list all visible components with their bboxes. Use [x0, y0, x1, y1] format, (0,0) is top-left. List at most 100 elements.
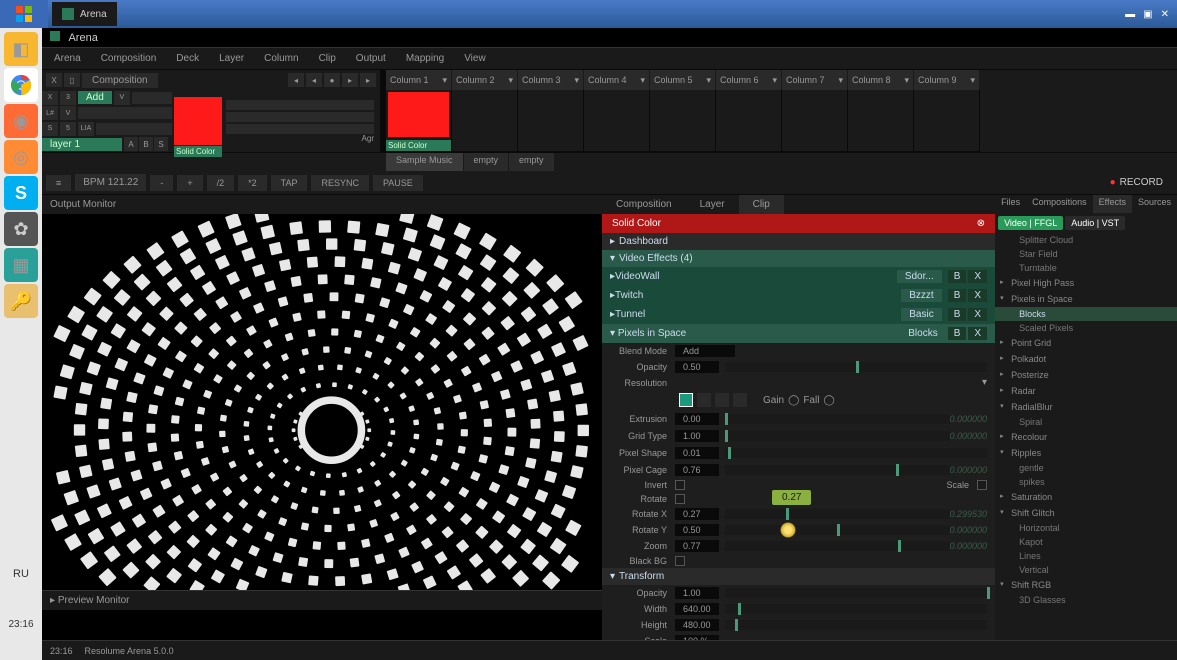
- color-swatch-3[interactable]: [715, 393, 729, 407]
- zoom-slider[interactable]: [725, 541, 950, 551]
- fx-item-star-field[interactable]: Star Field: [995, 247, 1177, 261]
- dock-app-6[interactable]: 🔑: [4, 284, 38, 318]
- color-swatch-2[interactable]: [697, 393, 711, 407]
- deck-tab-2[interactable]: empty: [464, 153, 509, 171]
- fx-item-spiral[interactable]: Spiral: [995, 415, 1177, 429]
- menu-column[interactable]: Column: [260, 50, 302, 67]
- fx-cat-saturation[interactable]: Saturation: [995, 489, 1177, 505]
- rotatey-slider[interactable]: [725, 525, 950, 535]
- layer-v-1[interactable]: V: [114, 91, 130, 105]
- fx-cat-shift-rgb[interactable]: Shift RGB: [995, 577, 1177, 593]
- pixels-x[interactable]: X: [968, 327, 987, 340]
- deck-nav-prev2[interactable]: ◂: [306, 73, 322, 87]
- fx-tab-compositions[interactable]: Compositions: [1026, 195, 1093, 213]
- layer-b[interactable]: B: [139, 137, 153, 151]
- fx-cat-radar[interactable]: Radar: [995, 383, 1177, 399]
- fx-item-lines[interactable]: Lines: [995, 549, 1177, 563]
- fx-tab-sources[interactable]: Sources: [1132, 195, 1177, 213]
- fx-cat-recolour[interactable]: Recolour: [995, 429, 1177, 445]
- effect-videowall[interactable]: ▸ VideoWallSdor...BX: [602, 267, 995, 286]
- dock-chrome[interactable]: [4, 68, 38, 102]
- menu-layer[interactable]: Layer: [215, 50, 248, 67]
- height-value[interactable]: 480.00: [675, 619, 719, 631]
- tempo-minus[interactable]: -: [150, 175, 173, 191]
- layer-x-1[interactable]: X: [42, 91, 58, 105]
- deck-nav-play[interactable]: ●: [324, 73, 340, 87]
- deck-nav-prev[interactable]: ◂: [288, 73, 304, 87]
- layer-slider-1[interactable]: [132, 92, 172, 104]
- fx-cat-pixels-in-space[interactable]: Pixels in Space: [995, 291, 1177, 307]
- zoom-value[interactable]: 0.77: [675, 540, 719, 552]
- layer-add[interactable]: Add: [78, 91, 112, 104]
- deck-tab-3[interactable]: empty: [509, 153, 554, 171]
- layer-a[interactable]: A: [124, 137, 138, 151]
- column-header-3[interactable]: Column 3▾: [518, 70, 584, 90]
- dock-app-4[interactable]: ✿: [4, 212, 38, 246]
- scale-checkbox[interactable]: [977, 480, 987, 490]
- fx-btn-video[interactable]: Video | FFGL: [998, 216, 1063, 230]
- rotatey-value[interactable]: 0.50: [675, 524, 719, 536]
- gain-knob-icon[interactable]: ◯: [788, 395, 799, 406]
- fx-tab-effects[interactable]: Effects: [1093, 195, 1132, 213]
- t-opacity-slider[interactable]: [725, 588, 987, 598]
- deck-bar-3[interactable]: [226, 124, 374, 134]
- clip-cell-3[interactable]: [518, 90, 584, 152]
- deck-tab-1[interactable]: Sample Music: [386, 153, 463, 171]
- dock-app-3[interactable]: ◎: [4, 140, 38, 174]
- opacity-slider[interactable]: [725, 362, 987, 372]
- layer-item-2[interactable]: LIA: [78, 122, 94, 136]
- column-header-1[interactable]: Column 1▾: [386, 70, 452, 90]
- clip-cell-4[interactable]: [584, 90, 650, 152]
- column-header-7[interactable]: Column 7▾: [782, 70, 848, 90]
- clip-cell-9[interactable]: [914, 90, 980, 152]
- dock-app-5[interactable]: ▦: [4, 248, 38, 282]
- videofx-section[interactable]: ▾ Video Effects (4): [602, 250, 995, 267]
- tempo-pause[interactable]: PAUSE: [373, 175, 423, 191]
- inspector-close-icon[interactable]: ⊗: [977, 218, 985, 229]
- layer-s2[interactable]: S: [154, 137, 168, 151]
- insp-tab-clip[interactable]: Clip: [739, 195, 784, 214]
- tempo-menu[interactable]: ≡: [46, 175, 71, 191]
- fx-cat-point-grid[interactable]: Point Grid: [995, 335, 1177, 351]
- clip-cell-6[interactable]: [716, 90, 782, 152]
- menu-mapping[interactable]: Mapping: [402, 50, 448, 67]
- fx-item-blocks[interactable]: Blocks: [995, 307, 1177, 321]
- clip-cell-7[interactable]: [782, 90, 848, 152]
- width-value[interactable]: 640.00: [675, 603, 719, 615]
- deck-i-button[interactable]: ▯: [64, 73, 80, 87]
- dock-skype[interactable]: S: [4, 176, 38, 210]
- menu-composition[interactable]: Composition: [97, 50, 161, 67]
- layer-s[interactable]: S: [42, 122, 58, 136]
- clip-cell-5[interactable]: [650, 90, 716, 152]
- layer-slider-2[interactable]: [78, 107, 172, 119]
- layer-v-2[interactable]: V: [60, 106, 76, 120]
- layer-idx-2[interactable]: 5: [60, 122, 76, 136]
- fx-cat-radialblur[interactable]: RadialBlur: [995, 399, 1177, 415]
- fx-item-3d-glasses[interactable]: 3D Glasses: [995, 593, 1177, 607]
- tray-icon[interactable]: ▬: [1125, 9, 1135, 20]
- deck-comp-tab[interactable]: Composition: [82, 73, 158, 88]
- fx-item-spikes[interactable]: spikes: [995, 475, 1177, 489]
- fx-list[interactable]: Splitter CloudStar FieldTurntablePixel H…: [995, 233, 1177, 640]
- fx-item-turntable[interactable]: Turntable: [995, 261, 1177, 275]
- rotatex-slider[interactable]: [725, 509, 950, 519]
- fx-cat-shift-glitch[interactable]: Shift Glitch: [995, 505, 1177, 521]
- column-header-5[interactable]: Column 5▾: [650, 70, 716, 90]
- effect-tunnel[interactable]: ▸ TunnelBasicBX: [602, 305, 995, 324]
- column-header-6[interactable]: Column 6▾: [716, 70, 782, 90]
- fx-cat-pixel-high-pass[interactable]: Pixel High Pass: [995, 275, 1177, 291]
- menu-arena[interactable]: Arena: [50, 50, 85, 67]
- transform-section[interactable]: ▾ Transform: [602, 568, 995, 585]
- rotatex-value[interactable]: 0.27: [675, 508, 719, 520]
- column-header-2[interactable]: Column 2▾: [452, 70, 518, 90]
- fx-item-kapot[interactable]: Kapot: [995, 535, 1177, 549]
- pixels-b[interactable]: B: [948, 327, 967, 340]
- layer-idx-1[interactable]: 3: [60, 91, 76, 105]
- fx-item-splitter-cloud[interactable]: Splitter Cloud: [995, 233, 1177, 247]
- tempo-half[interactable]: /2: [207, 175, 235, 191]
- fx-btn-audio[interactable]: Audio | VST: [1065, 216, 1125, 230]
- start-button[interactable]: [0, 0, 48, 28]
- height-slider[interactable]: [725, 620, 987, 630]
- fx-item-scaled-pixels[interactable]: Scaled Pixels: [995, 321, 1177, 335]
- deck-nav-next2[interactable]: ▸: [360, 73, 376, 87]
